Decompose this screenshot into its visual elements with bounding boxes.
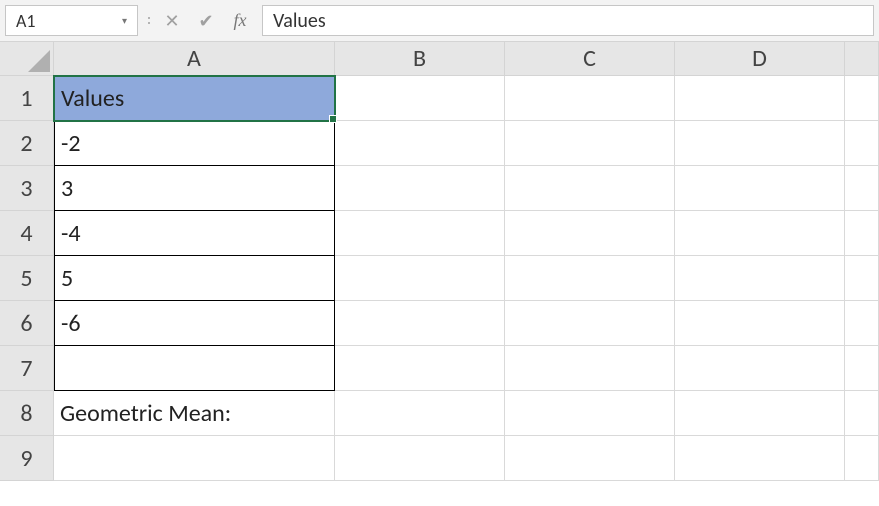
row-header-9[interactable]: 9 [0, 436, 54, 481]
formula-input[interactable]: Values [262, 5, 874, 36]
cell-B6[interactable] [335, 301, 505, 346]
cell-E7[interactable] [845, 346, 879, 391]
cell-D3[interactable] [675, 166, 845, 211]
cell-B4[interactable] [335, 211, 505, 256]
check-icon: ✔ [198, 10, 213, 32]
cell-D2[interactable] [675, 121, 845, 166]
cell-B8[interactable] [335, 391, 505, 436]
formula-bar-buttons: ✕ ✔ fx [138, 0, 262, 41]
row-5: 5 5 [0, 256, 879, 301]
row-9: 9 [0, 436, 879, 481]
row-4: 4 -4 [0, 211, 879, 256]
row-header-1[interactable]: 1 [0, 76, 54, 121]
cell-E6[interactable] [845, 301, 879, 346]
formula-value: Values [273, 9, 326, 33]
formula-bar: A1 ▾ ✕ ✔ fx Values [0, 0, 879, 42]
cell-C5[interactable] [505, 256, 675, 301]
cell-A5[interactable]: 5 [54, 256, 335, 301]
cell-E4[interactable] [845, 211, 879, 256]
cell-C2[interactable] [505, 121, 675, 166]
cell-D1[interactable] [675, 76, 845, 121]
confirm-button[interactable]: ✔ [190, 5, 222, 37]
cell-A8[interactable]: Geometric Mean: [54, 391, 335, 436]
row-1: 1 Values [0, 76, 879, 121]
row-header-5[interactable]: 5 [0, 256, 54, 301]
name-box-value: A1 [16, 10, 36, 32]
cell-A9[interactable] [54, 436, 335, 481]
cell-E5[interactable] [845, 256, 879, 301]
cell-A3[interactable]: 3 [54, 166, 335, 211]
cell-A2[interactable]: -2 [54, 121, 335, 166]
cell-E8[interactable] [845, 391, 879, 436]
row-6: 6 -6 [0, 301, 879, 346]
col-header-C[interactable]: C [505, 42, 675, 76]
row-header-7[interactable]: 7 [0, 346, 54, 391]
cell-D6[interactable] [675, 301, 845, 346]
cell-C3[interactable] [505, 166, 675, 211]
cell-A1[interactable]: Values [54, 76, 335, 121]
row-header-4[interactable]: 4 [0, 211, 54, 256]
cell-D9[interactable] [675, 436, 845, 481]
fx-icon: fx [234, 10, 247, 31]
cell-E2[interactable] [845, 121, 879, 166]
insert-function-button[interactable]: fx [224, 5, 256, 37]
cell-B3[interactable] [335, 166, 505, 211]
col-header-extra [845, 42, 879, 76]
cell-A4[interactable]: -4 [54, 211, 335, 256]
row-header-3[interactable]: 3 [0, 166, 54, 211]
col-header-A[interactable]: A [54, 42, 335, 76]
chevron-down-icon[interactable]: ▾ [122, 14, 127, 27]
cell-C7[interactable] [505, 346, 675, 391]
cell-D7[interactable] [675, 346, 845, 391]
cell-C6[interactable] [505, 301, 675, 346]
cell-B9[interactable] [335, 436, 505, 481]
cell-B1[interactable] [335, 76, 505, 121]
x-icon: ✕ [164, 10, 179, 32]
cell-C8[interactable] [505, 391, 675, 436]
select-all-corner[interactable] [0, 42, 54, 76]
row-8: 8 Geometric Mean: [0, 391, 879, 436]
cell-E9[interactable] [845, 436, 879, 481]
grip-icon [144, 5, 154, 37]
row-header-8[interactable]: 8 [0, 391, 54, 436]
cell-C1[interactable] [505, 76, 675, 121]
cell-A7[interactable] [54, 346, 335, 391]
cell-B7[interactable] [335, 346, 505, 391]
row-2: 2 -2 [0, 121, 879, 166]
cell-E3[interactable] [845, 166, 879, 211]
column-header-row: A B C D [0, 42, 879, 76]
row-7: 7 [0, 346, 879, 391]
cell-C4[interactable] [505, 211, 675, 256]
row-header-6[interactable]: 6 [0, 301, 54, 346]
cell-D4[interactable] [675, 211, 845, 256]
row-3: 3 3 [0, 166, 879, 211]
cancel-button[interactable]: ✕ [156, 5, 188, 37]
col-header-B[interactable]: B [335, 42, 505, 76]
spreadsheet-grid: A B C D 1 Values 2 -2 3 3 4 -4 5 [0, 42, 879, 481]
cell-E1[interactable] [845, 76, 879, 121]
row-header-2[interactable]: 2 [0, 121, 54, 166]
cell-B2[interactable] [335, 121, 505, 166]
cell-D8[interactable] [675, 391, 845, 436]
cell-D5[interactable] [675, 256, 845, 301]
cell-A6[interactable]: -6 [54, 301, 335, 346]
name-box[interactable]: A1 ▾ [5, 5, 138, 36]
cell-B5[interactable] [335, 256, 505, 301]
cell-C9[interactable] [505, 436, 675, 481]
col-header-D[interactable]: D [675, 42, 845, 76]
